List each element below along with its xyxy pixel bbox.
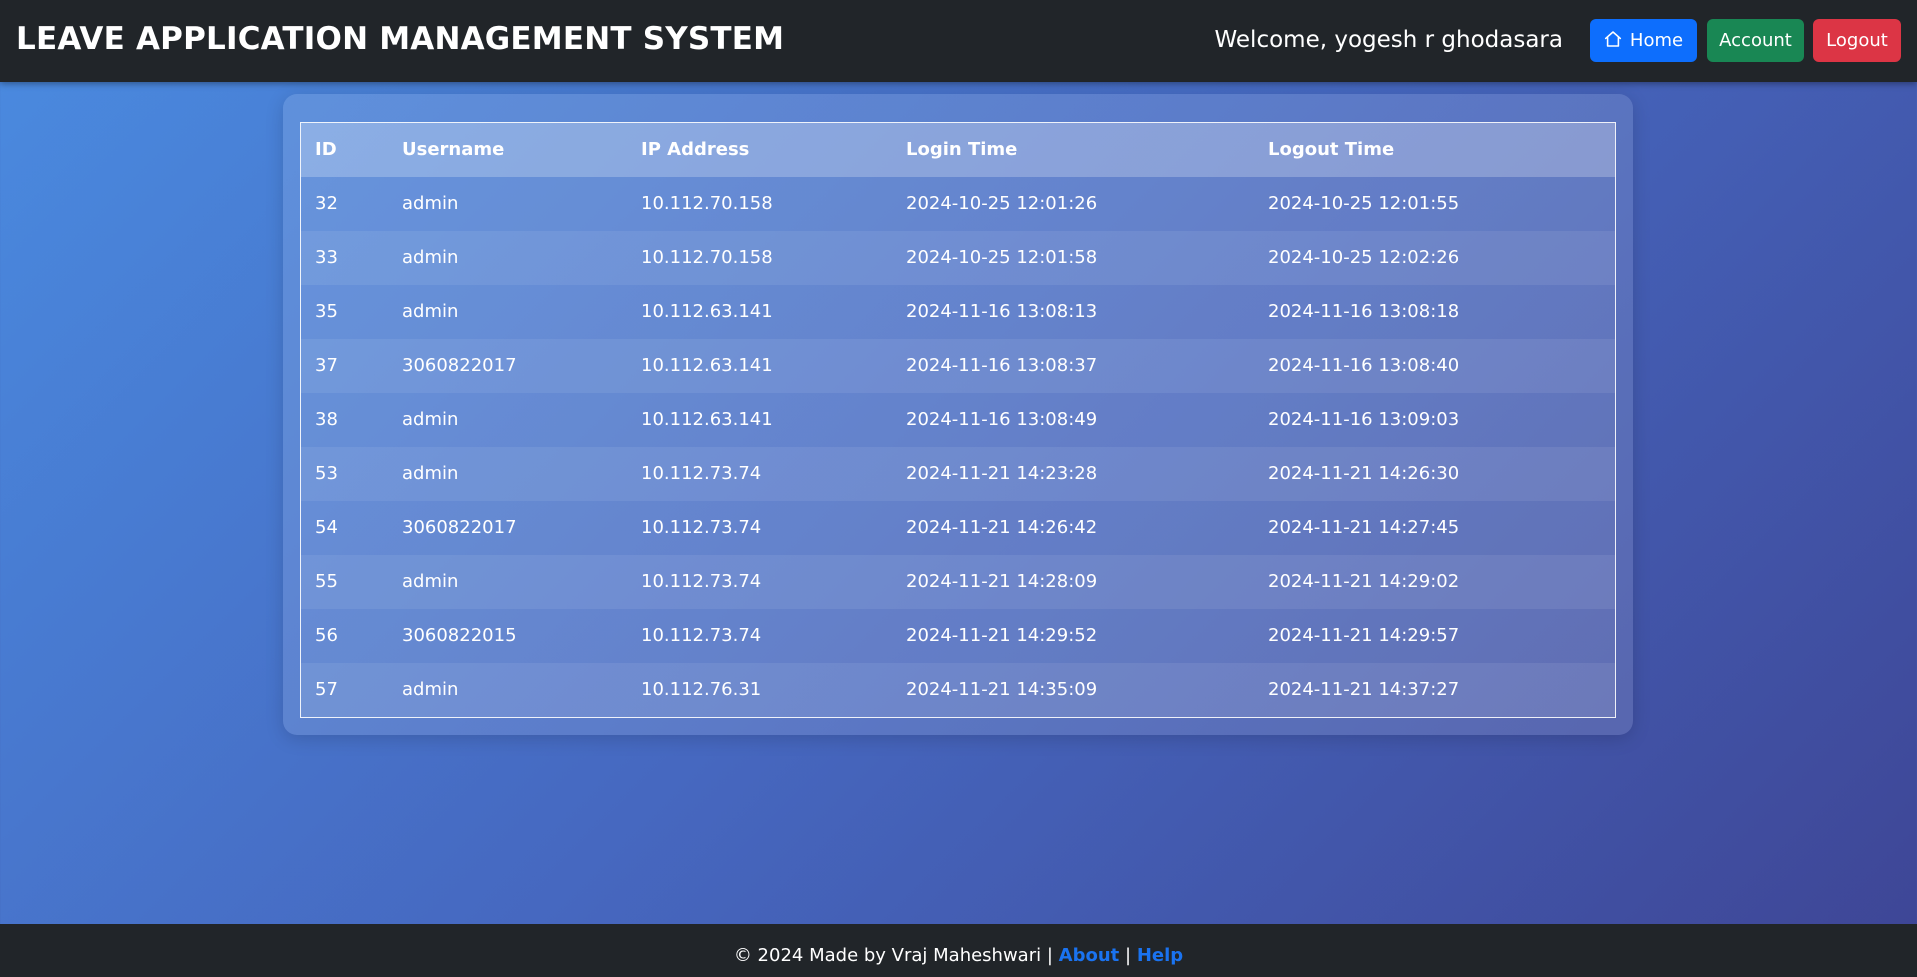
table-row: 54 3060822017 10.112.73.74 2024-11-21 14… — [301, 501, 1615, 555]
table-row: 55 admin 10.112.73.74 2024-11-21 14:28:0… — [301, 555, 1615, 609]
welcome-message: Welcome, yogesh r ghodasara — [1214, 27, 1563, 53]
footer-credit: © 2024 Made by Vraj Maheshwari — [733, 945, 1042, 966]
cell-login-time: 2024-11-16 13:08:49 — [906, 409, 1098, 430]
cell-login-time: 2024-11-16 13:08:37 — [906, 355, 1098, 376]
home-icon — [1604, 31, 1622, 47]
column-header-id: ID — [315, 139, 337, 160]
cell-id: 55 — [315, 571, 338, 592]
cell-ip-address: 10.112.63.141 — [641, 355, 773, 376]
account-button-label: Account — [1719, 30, 1792, 51]
cell-username: 3060822017 — [402, 355, 517, 376]
cell-ip-address: 10.112.76.31 — [641, 679, 762, 700]
home-button[interactable]: Home — [1590, 19, 1697, 62]
cell-logout-time: 2024-11-16 13:08:18 — [1268, 301, 1460, 322]
table-row: 57 admin 10.112.76.31 2024-11-21 14:35:0… — [301, 663, 1615, 717]
cell-logout-time: 2024-11-21 14:27:45 — [1268, 517, 1460, 538]
cell-login-time: 2024-11-21 14:28:09 — [906, 571, 1098, 592]
cell-username: admin — [402, 247, 459, 268]
cell-username: admin — [402, 193, 459, 214]
cell-id: 33 — [315, 247, 338, 268]
cell-ip-address: 10.112.63.141 — [641, 301, 773, 322]
column-header-login-time: Login Time — [906, 139, 1018, 160]
cell-login-time: 2024-10-25 12:01:58 — [906, 247, 1098, 268]
cell-ip-address: 10.112.70.158 — [641, 193, 773, 214]
cell-login-time: 2024-11-21 14:35:09 — [906, 679, 1098, 700]
cell-logout-time: 2024-11-21 14:29:57 — [1268, 625, 1460, 646]
cell-logout-time: 2024-11-21 14:37:27 — [1268, 679, 1460, 700]
logout-button-label: Logout — [1826, 30, 1888, 51]
cell-username: admin — [402, 409, 459, 430]
cell-ip-address: 10.112.73.74 — [641, 625, 762, 646]
login-history-table: ID Username IP Address Login Time Logout… — [300, 122, 1616, 718]
table-row: 32 admin 10.112.70.158 2024-10-25 12:01:… — [301, 177, 1615, 231]
cell-logout-time: 2024-11-16 13:08:40 — [1268, 355, 1460, 376]
cell-login-time: 2024-11-21 14:29:52 — [906, 625, 1098, 646]
cell-id: 56 — [315, 625, 338, 646]
table-row: 33 admin 10.112.70.158 2024-10-25 12:01:… — [301, 231, 1615, 285]
cell-id: 35 — [315, 301, 338, 322]
cell-login-time: 2024-11-16 13:08:13 — [906, 301, 1098, 322]
footer-separator: | — [1046, 945, 1053, 966]
cell-id: 38 — [315, 409, 338, 430]
column-header-logout-time: Logout Time — [1268, 139, 1395, 160]
cell-login-time: 2024-11-21 14:23:28 — [906, 463, 1098, 484]
cell-username: 3060822015 — [402, 625, 517, 646]
login-history-card: ID Username IP Address Login Time Logout… — [283, 94, 1633, 735]
cell-id: 54 — [315, 517, 338, 538]
cell-id: 57 — [315, 679, 338, 700]
cell-ip-address: 10.112.73.74 — [641, 517, 762, 538]
cell-ip-address: 10.112.73.74 — [641, 571, 762, 592]
home-button-label: Home — [1629, 30, 1684, 51]
table-header: ID Username IP Address Login Time Logout… — [301, 123, 1615, 177]
cell-logout-time: 2024-11-21 14:29:02 — [1268, 571, 1460, 592]
cell-ip-address: 10.112.63.141 — [641, 409, 773, 430]
cell-logout-time: 2024-10-25 12:01:55 — [1268, 193, 1460, 214]
page-footer: © 2024 Made by Vraj Maheshwari | About |… — [0, 924, 1917, 977]
cell-logout-time: 2024-11-16 13:09:03 — [1268, 409, 1460, 430]
table-row: 56 3060822015 10.112.73.74 2024-11-21 14… — [301, 609, 1615, 663]
cell-ip-address: 10.112.73.74 — [641, 463, 762, 484]
cell-username: 3060822017 — [402, 517, 517, 538]
cell-ip-address: 10.112.70.158 — [641, 247, 773, 268]
about-link[interactable]: About — [1059, 945, 1120, 966]
app-title: LEAVE APPLICATION MANAGEMENT SYSTEM — [16, 21, 785, 57]
table-row: 35 admin 10.112.63.141 2024-11-16 13:08:… — [301, 285, 1615, 339]
top-navbar: LEAVE APPLICATION MANAGEMENT SYSTEM Welc… — [0, 0, 1917, 82]
table-row: 37 3060822017 10.112.63.141 2024-11-16 1… — [301, 339, 1615, 393]
logout-button[interactable]: Logout — [1813, 19, 1901, 62]
cell-username: admin — [402, 463, 459, 484]
cell-username: admin — [402, 301, 459, 322]
cell-id: 37 — [315, 355, 338, 376]
account-button[interactable]: Account — [1707, 19, 1804, 62]
table-row: 53 admin 10.112.73.74 2024-11-21 14:23:2… — [301, 447, 1615, 501]
cell-id: 32 — [315, 193, 338, 214]
cell-login-time: 2024-10-25 12:01:26 — [906, 193, 1098, 214]
cell-username: admin — [402, 571, 459, 592]
cell-logout-time: 2024-11-21 14:26:30 — [1268, 463, 1460, 484]
cell-id: 53 — [315, 463, 338, 484]
table-row: 38 admin 10.112.63.141 2024-11-16 13:08:… — [301, 393, 1615, 447]
footer-separator: | — [1125, 945, 1132, 966]
cell-login-time: 2024-11-21 14:26:42 — [906, 517, 1098, 538]
column-header-username: Username — [402, 139, 505, 160]
cell-username: admin — [402, 679, 459, 700]
help-link[interactable]: Help — [1137, 945, 1183, 966]
cell-logout-time: 2024-10-25 12:02:26 — [1268, 247, 1460, 268]
column-header-ip-address: IP Address — [641, 139, 750, 160]
